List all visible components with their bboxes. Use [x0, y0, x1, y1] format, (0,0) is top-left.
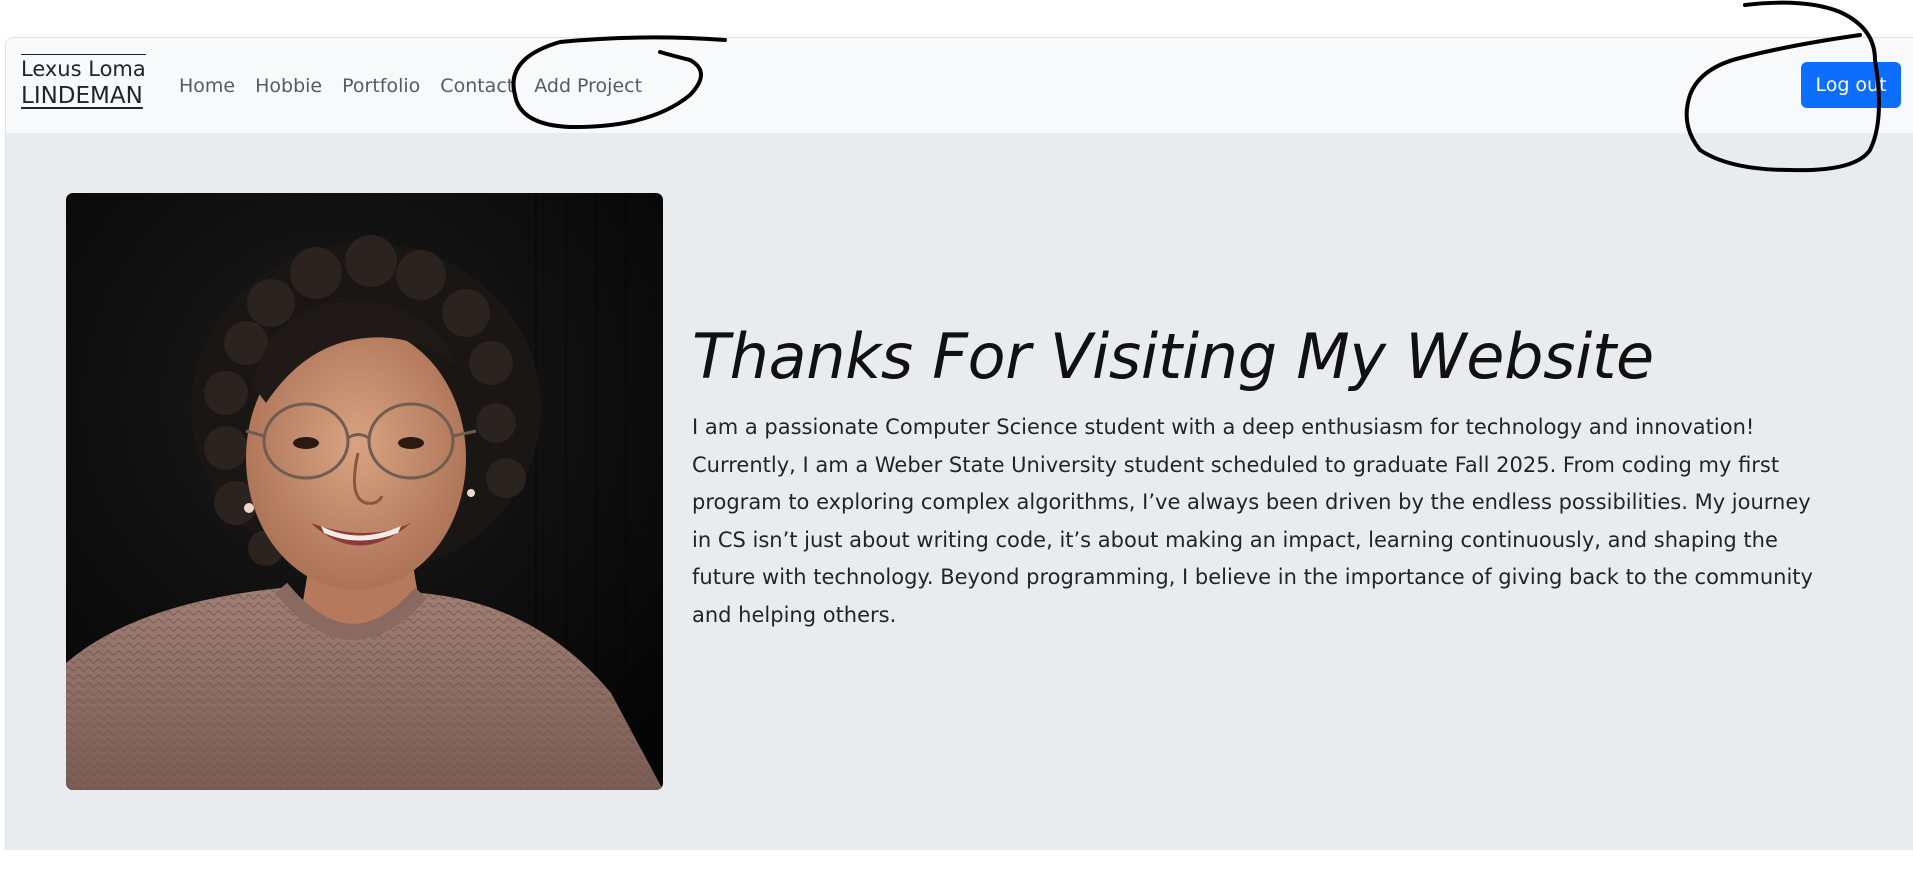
nav-link-contact[interactable]: Contact: [430, 75, 524, 97]
nav-link-portfolio[interactable]: Portfolio: [332, 75, 430, 97]
navbar: Lexus Loma LINDEMAN Home Hobbie Portfoli…: [6, 38, 1913, 133]
nav-links: Home Hobbie Portfolio Contact Add Projec…: [169, 38, 652, 133]
nav-link-add-project[interactable]: Add Project: [524, 75, 652, 97]
nav-link-hobbie[interactable]: Hobbie: [245, 75, 332, 97]
browser-viewport: Lexus Loma LINDEMAN Home Hobbie Portfoli…: [5, 37, 1913, 850]
hero-title: Thanks For Visiting My Website: [692, 320, 1654, 393]
brand-name-line1: Lexus Loma: [21, 54, 146, 82]
brand-name-line2: LINDEMAN: [21, 83, 143, 109]
brand-logo-link[interactable]: Lexus Loma LINDEMAN: [21, 54, 146, 111]
hero-section: Thanks For Visiting My Website I am a pa…: [6, 133, 1913, 850]
hero-content: Thanks For Visiting My Website I am a pa…: [692, 319, 1842, 634]
profile-photo: [66, 193, 663, 790]
hero-bio: I am a passionate Computer Science stude…: [692, 415, 1813, 627]
profile-photo-illustration: [66, 193, 663, 790]
nav-link-home[interactable]: Home: [169, 75, 245, 97]
logout-button[interactable]: Log out: [1801, 62, 1901, 108]
